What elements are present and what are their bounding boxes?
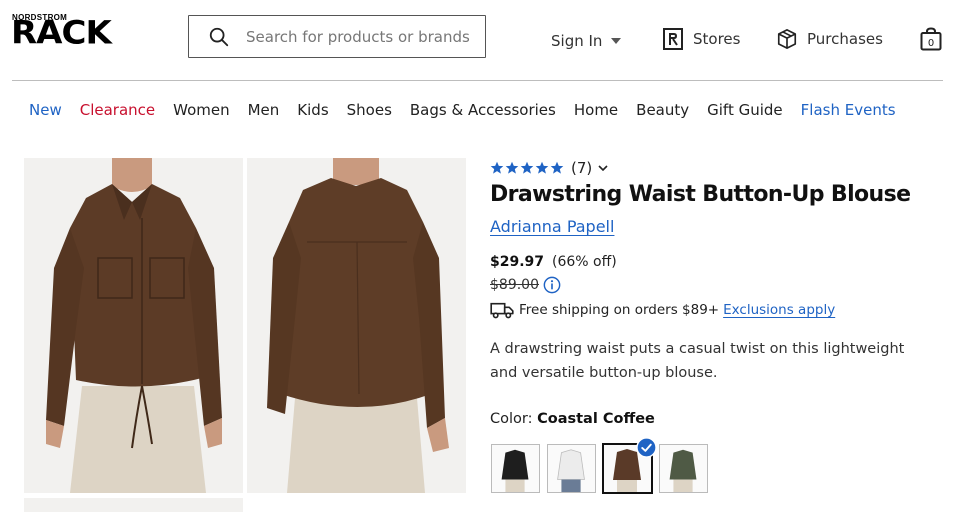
sign-in-menu[interactable]: Sign In	[551, 32, 622, 50]
selected-color-name: Coastal Coffee	[537, 411, 655, 427]
nav-women[interactable]: Women	[173, 101, 229, 119]
exclusions-link[interactable]: Exclusions apply	[723, 302, 835, 318]
color-selection-label: Color: Coastal Coffee	[490, 411, 655, 427]
product-image-third[interactable]	[24, 498, 243, 512]
star-icon	[490, 161, 504, 174]
star-icon	[520, 161, 534, 174]
nav-shoes[interactable]: Shoes	[347, 101, 392, 119]
color-swatch-black[interactable]	[491, 444, 540, 493]
product-image-back[interactable]	[247, 158, 466, 493]
info-icon[interactable]	[543, 276, 561, 294]
shipping-info: Free shipping on orders $89+ Exclusions …	[490, 301, 835, 319]
shipping-text: Free shipping on orders $89+	[519, 302, 720, 318]
purchases-link[interactable]: Purchases	[776, 28, 883, 50]
star-icon	[550, 161, 564, 174]
rating-summary[interactable]: (7)	[490, 159, 608, 177]
purchases-label: Purchases	[807, 30, 883, 48]
nav-new[interactable]: New	[29, 101, 62, 119]
product-image-front[interactable]	[24, 158, 243, 493]
search-box[interactable]	[188, 15, 486, 58]
logo-main-text: RACK	[11, 14, 112, 53]
original-price: $89.00	[490, 277, 539, 293]
nav-clearance[interactable]: Clearance	[80, 101, 155, 119]
color-swatch-white[interactable]	[547, 444, 596, 493]
nav-beauty[interactable]: Beauty	[636, 101, 689, 119]
sign-in-label: Sign In	[551, 32, 603, 50]
main-nav: New Clearance Women Men Kids Shoes Bags …	[29, 101, 896, 119]
rating-count: (7)	[571, 159, 593, 177]
product-description: A drawstring waist puts a casual twist o…	[490, 341, 905, 381]
original-price-row: $89.00	[490, 276, 561, 294]
nav-bags-accessories[interactable]: Bags & Accessories	[410, 101, 556, 119]
price-row: $29.97 (66% off)	[490, 254, 617, 270]
header-divider	[12, 80, 943, 81]
discount-percent: (66% off)	[552, 254, 617, 270]
store-icon	[663, 28, 683, 50]
selected-check-icon	[636, 437, 657, 458]
color-swatch-olive[interactable]	[659, 444, 708, 493]
nav-gift-guide[interactable]: Gift Guide	[707, 101, 783, 119]
chevron-down-icon	[598, 165, 608, 171]
search-input[interactable]	[246, 27, 482, 46]
star-icon	[505, 161, 519, 174]
search-icon	[209, 27, 229, 46]
current-price: $29.97	[490, 254, 545, 270]
truck-icon	[490, 302, 514, 319]
product-brand-link[interactable]: Adrianna Papell	[490, 217, 614, 236]
star-rating	[490, 161, 565, 175]
color-label-prefix: Color:	[490, 411, 533, 427]
svg-text:0: 0	[928, 38, 934, 49]
nordstrom-rack-logo[interactable]: NORDSTROM RACK	[11, 13, 132, 55]
shopping-bag-icon[interactable]: 0	[920, 27, 942, 51]
product-title: Drawstring Waist Button-Up Blouse	[490, 182, 911, 207]
box-icon	[777, 29, 797, 49]
nav-home[interactable]: Home	[574, 101, 618, 119]
star-icon	[535, 161, 549, 174]
nav-flash-events[interactable]: Flash Events	[801, 101, 896, 119]
stores-link[interactable]: Stores	[663, 28, 740, 50]
nav-kids[interactable]: Kids	[297, 101, 328, 119]
stores-label: Stores	[693, 30, 741, 48]
chevron-down-icon	[611, 38, 622, 44]
nav-men[interactable]: Men	[248, 101, 280, 119]
